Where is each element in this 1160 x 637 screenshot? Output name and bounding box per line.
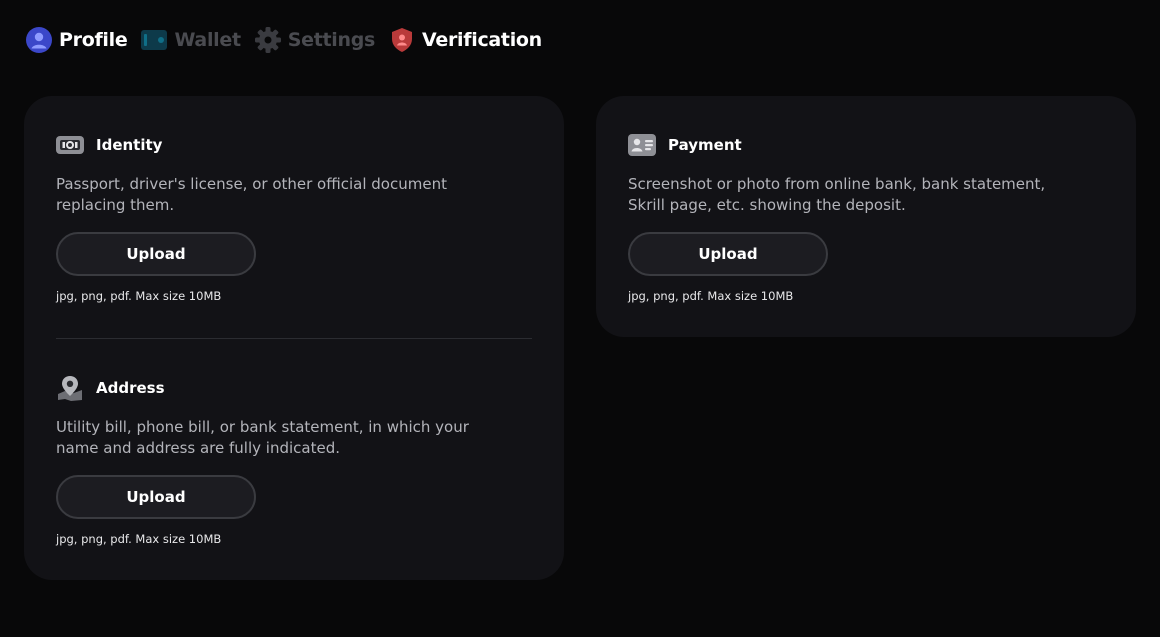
payment-section: Payment Screenshot or photo from online … [628,132,1104,303]
gear-icon [254,27,281,53]
address-section: Address Utility bill, phone bill, or ban… [56,375,532,546]
id-card-icon [56,133,84,157]
section-description: Passport, driver's license, or other off… [56,175,447,214]
section-description: Utility bill, phone bill, or bank statem… [56,418,469,457]
section-divider [56,338,532,339]
wallet-icon [141,27,168,53]
identity-section: Identity Passport, driver's license, or … [56,132,532,303]
contact-card-icon [628,133,656,157]
section-header: Payment [628,132,1104,158]
nav-label: Wallet [174,29,241,51]
user-icon [26,27,52,53]
nav-item-settings[interactable]: Settings [254,27,376,53]
section-header: Address [56,375,532,401]
map-pin-icon [56,376,84,401]
verification-card-payment: Payment Screenshot or photo from online … [596,96,1136,337]
section-title: Payment [668,136,742,154]
section-title: Identity [96,136,163,154]
nav-item-wallet[interactable]: Wallet [141,27,241,53]
section-header: Identity [56,132,532,158]
address-upload-button[interactable]: Upload [56,475,256,519]
section-description: Screenshot or photo from online bank, ba… [628,175,1046,214]
nav-label: Settings [287,29,376,51]
section-title: Address [96,379,165,397]
file-hint: jpg, png, pdf. Max size 10MB [628,289,794,303]
top-nav: Profile Wallet Settings Verification [26,26,556,54]
nav-label: Profile [59,29,128,51]
verification-card-documents: Identity Passport, driver's license, or … [24,96,564,580]
payment-upload-button[interactable]: Upload [628,232,828,276]
nav-label: Verification [422,29,542,51]
file-hint: jpg, png, pdf. Max size 10MB [56,289,222,303]
file-hint: jpg, png, pdf. Max size 10MB [56,532,222,546]
nav-item-profile[interactable]: Profile [26,27,128,53]
identity-upload-button[interactable]: Upload [56,232,256,276]
nav-item-verification[interactable]: Verification [389,27,542,53]
shield-user-icon [389,27,415,53]
